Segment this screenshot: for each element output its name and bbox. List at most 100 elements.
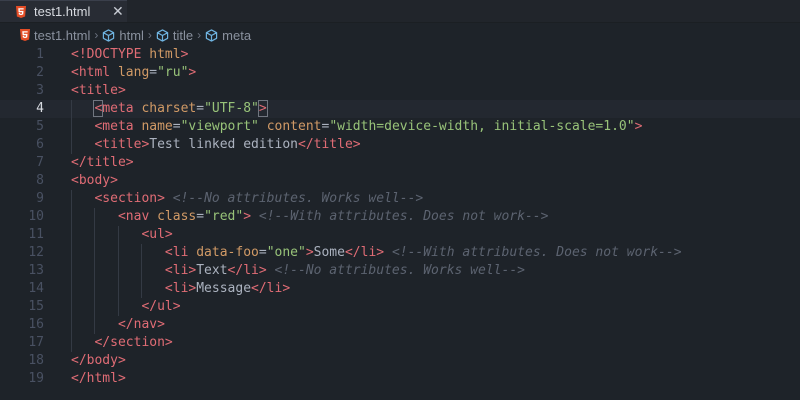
tab-title: test1.html — [34, 4, 91, 19]
code-token: = — [172, 119, 181, 134]
breadcrumb-item-title[interactable]: title — [156, 28, 193, 43]
code-line[interactable]: 9 <section> <!--No attributes. Works wel… — [0, 190, 800, 208]
breadcrumb-label: meta — [222, 27, 252, 43]
code-line[interactable]: 14 <li>Message</li> — [0, 280, 800, 298]
code-token: <li — [164, 245, 189, 260]
code-token: <ul> — [141, 227, 173, 242]
chevron-right-icon: › — [147, 28, 152, 42]
code-text: <!DOCTYPE html> — [71, 46, 188, 64]
close-icon[interactable]: ✕ — [112, 3, 124, 20]
code-line[interactable]: 17 </section> — [0, 334, 800, 352]
code-line[interactable]: 6 <title>Test linked edition</title> — [0, 136, 800, 154]
code-line[interactable]: 19 </html> — [0, 370, 800, 388]
code-token: </section> — [94, 335, 173, 350]
breadcrumb-item-html[interactable]: html — [102, 28, 144, 43]
code-text: <meta charset="UTF-8"> — [71, 100, 268, 118]
code-text: <section> <!--No attributes. Works well-… — [71, 190, 423, 208]
code-token: "width=device-width, initial-scale=1.0" — [329, 119, 635, 134]
code-token: "viewport" — [180, 119, 259, 134]
bracket-match-highlight: > — [257, 100, 268, 117]
breadcrumb-item-meta[interactable]: meta — [205, 28, 251, 43]
html5-icon — [20, 29, 30, 41]
code-line[interactable]: 13 <li>Text</li> <!--No attributes. Work… — [0, 262, 800, 280]
code-token: <title> — [94, 137, 150, 152]
code-token: data-foo — [196, 245, 259, 260]
code-token: content — [266, 119, 322, 134]
code-line[interactable]: 12 <li data-foo="one">Some</li> <!--With… — [0, 244, 800, 262]
code-line[interactable]: 8 <body> — [0, 172, 800, 190]
line-number: 7 — [36, 155, 44, 170]
line-number: 14 — [28, 281, 44, 296]
code-line[interactable]: 15 </ul> — [0, 298, 800, 316]
code-text: <title> — [71, 82, 126, 100]
breadcrumb-label: title — [172, 27, 194, 43]
line-number: 1 — [36, 47, 44, 62]
breadcrumb-item-file[interactable]: test1.html — [20, 28, 90, 43]
code-token: </title> — [71, 155, 134, 170]
code-line[interactable]: 10 <nav class="red"> <!--With attributes… — [0, 208, 800, 226]
code-token: "one" — [266, 245, 306, 260]
code-line[interactable]: 16 </nav> — [0, 316, 800, 334]
code-line[interactable]: 1 <!DOCTYPE html> — [0, 46, 800, 64]
line-number: 13 — [28, 263, 44, 278]
code-token: <!DOCTYPE — [71, 47, 142, 62]
cube-icon — [103, 28, 115, 42]
code-line[interactable]: 18 </body> — [0, 352, 800, 370]
code-text: <title>Test linked edition</title> — [71, 136, 360, 154]
code-token: <li> — [164, 263, 197, 278]
code-token: "UTF-8" — [204, 101, 259, 116]
line-number: 12 — [28, 245, 44, 260]
code-token: <!--No attributes. Works well--> — [172, 191, 424, 206]
tab-test1-html[interactable]: test1.html ✕ — [0, 0, 127, 22]
code-token: Text — [196, 263, 228, 278]
line-number: 10 — [28, 209, 44, 224]
code-text: <meta name="viewport" content="width=dev… — [71, 118, 642, 136]
code-line[interactable]: 7 </title> — [0, 154, 800, 172]
code-token: class — [157, 209, 197, 224]
code-token: <title> — [71, 83, 126, 98]
code-token: </li> — [251, 281, 291, 296]
code-token: = — [196, 209, 205, 224]
code-line[interactable]: 3 <title> — [0, 82, 800, 100]
code-token: > — [243, 209, 252, 224]
chevron-right-icon: › — [197, 28, 202, 42]
code-token: <!--No attributes. Works well--> — [274, 263, 525, 278]
code-token: > — [305, 245, 314, 260]
code-text: </html> — [71, 370, 126, 388]
code-line[interactable]: 2 <html lang="ru"> — [0, 64, 800, 82]
code-text: </body> — [71, 352, 126, 370]
line-number: 6 — [36, 137, 44, 152]
code-line[interactable]: 4 <meta charset="UTF-8"> — [0, 100, 800, 118]
code-text: <li>Message</li> — [71, 280, 290, 298]
code-token: <meta — [93, 100, 134, 117]
code-token: > — [188, 65, 197, 80]
code-token: </nav> — [117, 317, 165, 332]
breadcrumb: test1.html › html › title › meta — [0, 23, 800, 47]
line-number: 8 — [36, 173, 44, 188]
code-token: <!--With attributes. Does not work--> — [391, 245, 682, 260]
line-number: 15 — [28, 299, 44, 314]
code-token: "red" — [204, 209, 244, 224]
code-text: </section> — [71, 334, 173, 352]
code-token: <section> — [94, 191, 165, 206]
code-token: name — [141, 119, 173, 134]
code-line[interactable]: 5 <meta name="viewport" content="width=d… — [0, 118, 800, 136]
code-text: <li data-foo="one">Some</li> <!--With at… — [71, 244, 682, 262]
line-number: 3 — [36, 83, 44, 98]
code-line[interactable]: 11 <ul> — [0, 226, 800, 244]
line-number: 16 — [28, 317, 44, 332]
code-editor[interactable]: 1 <!DOCTYPE html> 2 <html lang="ru"> 3 <title… — [0, 46, 800, 400]
line-number: 4 — [36, 101, 44, 116]
code-token: <nav — [117, 209, 150, 224]
